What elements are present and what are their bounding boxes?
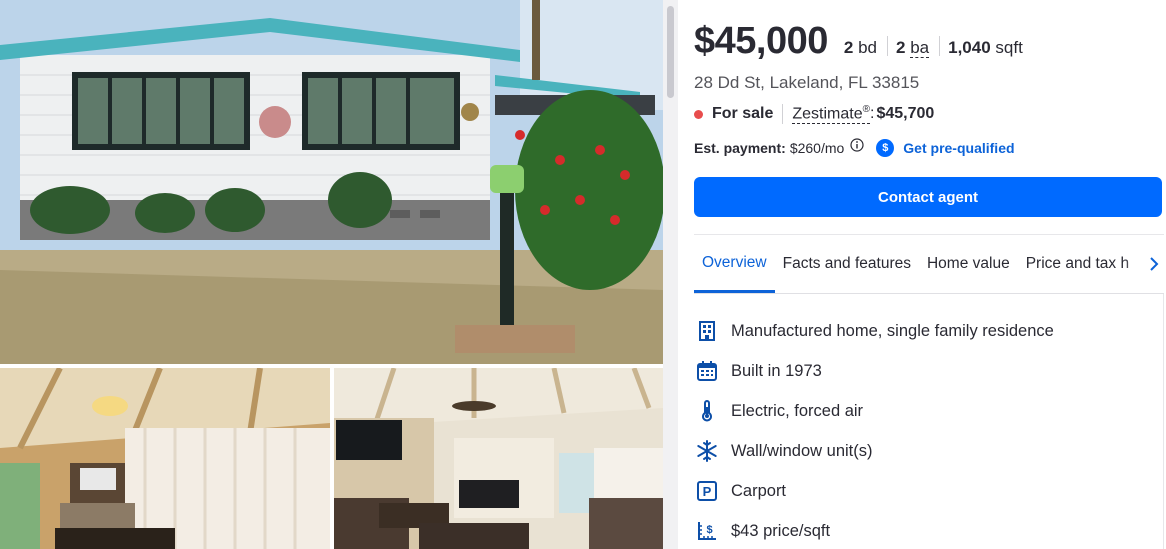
listing-address: 28 Dd St, Lakeland, FL 33815 — [694, 73, 920, 92]
contact-agent-button[interactable]: Contact agent — [694, 177, 1162, 217]
stat-divider — [939, 36, 941, 56]
status-row: For sale Zestimate®: $45,700 — [694, 104, 935, 125]
dollar-circle-icon: $ — [876, 139, 895, 157]
listing-summary-panel: $45,000 2 bd 2 ba 1,040 sqft 28 Dd St, L… — [678, 0, 1166, 549]
status-dot-icon — [694, 109, 703, 119]
svg-text:P: P — [703, 484, 712, 499]
snowflake-icon — [696, 440, 718, 462]
fact-year-built: Built in 1973 — [694, 351, 1054, 391]
fact-price-per-sqft: $ $43 price/sqft — [694, 511, 1054, 549]
stat-divider — [887, 36, 888, 56]
main-listing-photo[interactable] — [0, 0, 663, 364]
tab-facts-and-features[interactable]: Facts and features — [775, 235, 919, 293]
svg-text:$: $ — [706, 524, 712, 536]
fact-heating: Electric, forced air — [694, 391, 1054, 431]
tab-price-and-tax-history[interactable]: Price and tax h — [1018, 235, 1137, 293]
status-label: For sale — [712, 105, 774, 123]
price-row: $45,000 2 bd 2 ba 1,040 sqft — [694, 20, 1023, 63]
building-icon — [696, 320, 718, 342]
info-icon[interactable] — [850, 138, 864, 152]
fact-parking: P Carport — [694, 471, 1054, 511]
fact-home-type: Manufactured home, single family residen… — [694, 311, 1054, 351]
parking-icon: P — [696, 480, 718, 502]
tab-home-value[interactable]: Home value — [919, 235, 1018, 293]
tabs-scroll-right-button[interactable] — [1124, 235, 1164, 293]
tab-overview[interactable]: Overview — [694, 235, 775, 293]
sqft-stat: 1,040 sqft — [948, 38, 1023, 57]
zestimate-link[interactable]: Zestimate® — [792, 104, 870, 125]
listing-price: $45,000 — [694, 20, 828, 62]
details-section: Overview Facts and features Home value P… — [694, 234, 1164, 549]
gallery-scrollbar-thumb[interactable] — [667, 6, 674, 98]
get-prequalified-link[interactable]: Get pre-qualified — [903, 140, 1014, 156]
details-tabs: Overview Facts and features Home value P… — [694, 235, 1164, 294]
interior-photo-bedroom[interactable] — [0, 368, 330, 549]
gallery-scrollbar[interactable] — [663, 0, 678, 549]
thermometer-icon — [696, 400, 718, 422]
status-divider — [782, 104, 784, 125]
payment-row: Est. payment: $260/mo $ Get pre-qualifie… — [694, 138, 1015, 157]
facts-list: Manufactured home, single family residen… — [694, 311, 1054, 549]
payment-value: $260/mo — [789, 140, 845, 156]
interior-photo-living-room[interactable] — [334, 368, 663, 549]
beds-stat: 2 bd — [843, 38, 877, 57]
fact-cooling: Wall/window unit(s) — [694, 431, 1054, 471]
price-per-sqft-icon: $ — [696, 520, 718, 542]
baths-stat[interactable]: 2 ba — [896, 38, 930, 58]
chevron-right-icon — [1150, 257, 1159, 271]
zestimate-value: $45,700 — [876, 105, 935, 123]
calendar-icon — [696, 360, 718, 382]
payment-label: Est. payment: — [694, 140, 786, 156]
